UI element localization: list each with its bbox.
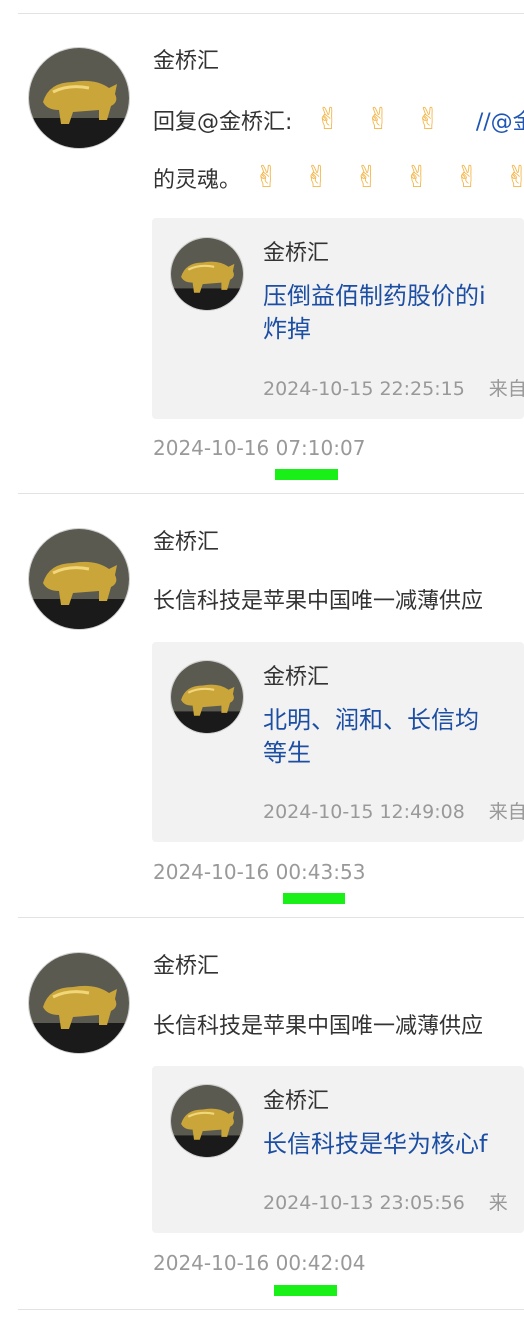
quoted-author[interactable]: 金桥汇 [263, 659, 329, 691]
bull-statue-icon [171, 661, 243, 733]
reply-text: 回复@金桥汇: [153, 110, 293, 135]
quoted-author[interactable]: 金桥汇 [263, 235, 329, 267]
victory-hand-emoji-icon: ✌ [315, 102, 341, 137]
post-text: 的灵魂。 [153, 168, 242, 193]
post-author[interactable]: 金桥汇 [153, 524, 219, 556]
quoted-timestamp: 2024-10-15 22:25:15 [263, 378, 465, 400]
avatar[interactable] [170, 1084, 244, 1158]
bull-statue-icon [171, 1085, 243, 1157]
bull-statue-icon [29, 529, 129, 629]
victory-hand-emoji-icon: ✌ [365, 102, 391, 137]
victory-hand-emoji-icon: ✌ [354, 160, 380, 195]
mention-link[interactable]: //@金 [476, 110, 524, 135]
quoted-text-line[interactable]: 北明、润和、长信均 [263, 704, 479, 736]
post-timestamp: 2024-10-16 00:43:53 [153, 860, 366, 884]
highlight-underline [275, 469, 338, 480]
divider [18, 917, 524, 918]
post-text: 长信科技是苹果中国唯一减薄供应 [153, 1014, 484, 1039]
victory-hand-emoji-icon: ✌ [254, 160, 280, 195]
post-timestamp: 2024-10-16 07:10:07 [153, 436, 366, 460]
post-text-line: 的灵魂。 ✌ ✌ ✌ ✌ ✌ ✌ [153, 163, 524, 196]
avatar[interactable] [170, 237, 244, 311]
divider [18, 13, 524, 14]
bull-statue-icon [29, 48, 129, 148]
highlight-underline [274, 1285, 337, 1296]
quoted-text-line[interactable]: 压倒益佰制药股价的i [263, 280, 486, 312]
quoted-text-line[interactable]: 长信科技是华为核心f [263, 1128, 487, 1160]
quoted-meta: 2024-10-15 22:25:15 来自 [263, 374, 524, 401]
divider [18, 493, 524, 494]
avatar[interactable] [28, 528, 130, 630]
quoted-meta: 2024-10-13 23:05:56 来 [263, 1188, 508, 1215]
highlight-underline [283, 893, 345, 904]
victory-hand-emoji-icon: ✌ [454, 160, 480, 195]
post-text: 长信科技是苹果中国唯一减薄供应 [153, 589, 484, 614]
avatar[interactable] [28, 952, 130, 1054]
post-timestamp: 2024-10-16 00:42:04 [153, 1251, 366, 1275]
quoted-source: 来自 [488, 378, 524, 400]
quoted-post[interactable]: 金桥汇 压倒益佰制药股价的i 炸掉 2024-10-15 22:25:15 来自 [152, 218, 524, 419]
quoted-author[interactable]: 金桥汇 [263, 1083, 329, 1115]
quoted-source: 来自 [488, 801, 524, 823]
victory-hand-emoji-icon: ✌ [304, 160, 330, 195]
quoted-text-line[interactable]: 等生 [263, 737, 311, 769]
quoted-post[interactable]: 金桥汇 长信科技是华为核心f 2024-10-13 23:05:56 来 [152, 1066, 524, 1233]
quoted-post[interactable]: 金桥汇 北明、润和、长信均 等生 2024-10-15 12:49:08 来自 [152, 642, 524, 842]
post-text-line: 回复@金桥汇: ✌ ✌ ✌ //@金 [153, 105, 524, 138]
divider [18, 1309, 524, 1310]
avatar[interactable] [170, 660, 244, 734]
bull-statue-icon [171, 238, 243, 310]
avatar[interactable] [28, 47, 130, 149]
quoted-meta: 2024-10-15 12:49:08 来自 [263, 797, 524, 824]
quoted-timestamp: 2024-10-15 12:49:08 [263, 801, 465, 823]
post-author[interactable]: 金桥汇 [153, 948, 219, 980]
bull-statue-icon [29, 953, 129, 1053]
victory-hand-emoji-icon: ✌ [404, 160, 430, 195]
quoted-text-line[interactable]: 炸掉 [263, 313, 311, 345]
quoted-timestamp: 2024-10-13 23:05:56 [263, 1192, 465, 1214]
victory-hand-emoji-icon: ✌ [415, 102, 441, 137]
quoted-source: 来 [488, 1192, 508, 1214]
victory-hand-emoji-icon: ✌ [504, 160, 524, 195]
post-author[interactable]: 金桥汇 [153, 43, 219, 75]
